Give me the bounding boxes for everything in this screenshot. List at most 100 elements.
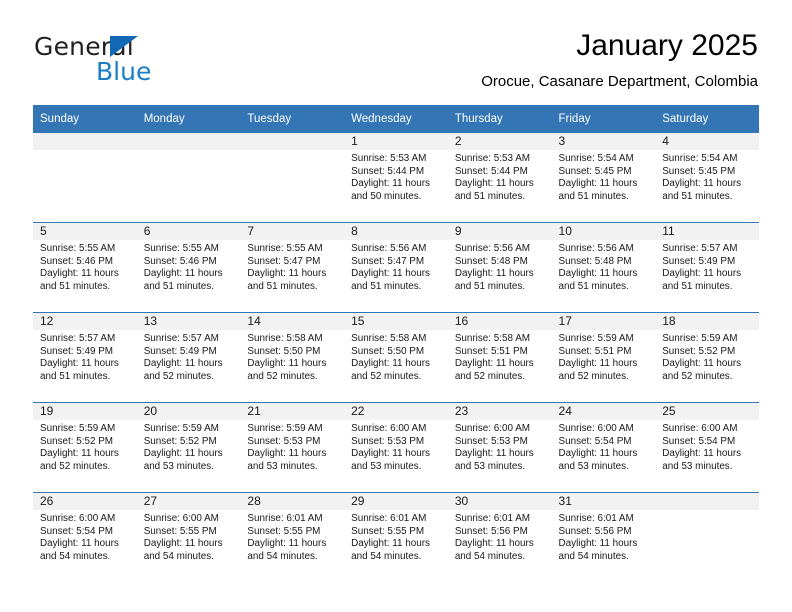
day-number: 23	[447, 403, 552, 420]
title-block: January 2025 Orocue, Casanare Department…	[481, 28, 758, 91]
day-number: 27	[136, 493, 241, 510]
sunrise-text: Sunrise: 5:55 AM	[247, 243, 323, 254]
day-cell[interactable]: 12 Sunrise: 5:57 AM Sunset: 5:49 PM Dayligh…	[33, 313, 137, 402]
day-cell[interactable]: 24 Sunrise: 6:00 AM Sunset: 5:54 PM Dayligh…	[551, 403, 656, 492]
sunrise-text: Sunrise: 5:57 AM	[143, 333, 219, 344]
day-details: Sunrise: 6:00 AM Sunset: 5:54 PM Daylight:…	[33, 510, 137, 563]
sunrise-text: Sunrise: 6:00 AM	[558, 423, 634, 434]
day-number: 31	[551, 493, 656, 510]
day-details: Sunrise: 5:59 AM Sunset: 5:52 PM Daylight:…	[33, 420, 137, 473]
sunset-text: Sunset: 5:53 PM	[247, 435, 321, 447]
day-number: 20	[136, 403, 241, 420]
day-details: Sunrise: 5:57 AM Sunset: 5:49 PM Daylight:…	[655, 240, 759, 293]
sunset-text: Sunset: 5:56 PM	[454, 525, 528, 537]
sunset-text: Sunset: 5:46 PM	[143, 255, 217, 267]
day-cell[interactable]: 5 Sunrise: 5:55 AM Sunset: 5:46 PM Daylight…	[33, 223, 137, 312]
day-cell[interactable]: 3 Sunrise: 5:54 AM Sunset: 5:45 PM Daylight…	[551, 133, 656, 222]
day-details: Sunrise: 6:01 AM Sunset: 5:56 PM Daylight:…	[552, 510, 656, 563]
sunrise-text: Sunrise: 5:54 AM	[558, 153, 634, 164]
day-cell[interactable]: 20 Sunrise: 5:59 AM Sunset: 5:52 PM Dayligh…	[136, 403, 241, 492]
day-details: Sunrise: 5:58 AM Sunset: 5:50 PM Daylight:…	[240, 330, 344, 383]
day-details: Sunrise: 5:56 AM Sunset: 5:47 PM Daylight:…	[344, 240, 448, 293]
day-cell[interactable]: 26 Sunrise: 6:00 AM Sunset: 5:54 PM Dayligh…	[33, 493, 137, 582]
day-cell[interactable]: 17 Sunrise: 5:59 AM Sunset: 5:51 PM Dayligh…	[551, 313, 656, 402]
daylight-text: Daylight: 11 hours and 54 minutes.	[247, 538, 327, 562]
calendar-cell: 28 Sunrise: 6:01 AM Sunset: 5:55 PM Dayligh…	[240, 492, 345, 582]
empty-day-cell	[240, 133, 345, 222]
sunset-text: Sunset: 5:45 PM	[558, 165, 632, 177]
daylight-text: Daylight: 11 hours and 54 minutes.	[351, 538, 430, 562]
page-header: General Blue January 2025 Orocue, Casana…	[34, 28, 758, 98]
weekday-header-saturday: Saturday	[655, 105, 759, 133]
sunset-text: Sunset: 5:50 PM	[351, 345, 425, 357]
day-cell[interactable]: 27 Sunrise: 6:00 AM Sunset: 5:55 PM Dayligh…	[136, 493, 241, 582]
daylight-text: Daylight: 11 hours and 54 minutes.	[454, 538, 534, 562]
day-details: Sunrise: 5:57 AM Sunset: 5:49 PM Daylight:…	[33, 330, 137, 383]
day-cell[interactable]: 2 Sunrise: 5:53 AM Sunset: 5:44 PM Daylight…	[447, 133, 552, 222]
day-cell[interactable]: 25 Sunrise: 6:00 AM Sunset: 5:54 PM Dayligh…	[655, 403, 759, 492]
day-cell[interactable]: 31 Sunrise: 6:01 AM Sunset: 5:56 PM Dayligh…	[551, 493, 656, 582]
day-cell[interactable]: 22 Sunrise: 6:00 AM Sunset: 5:53 PM Dayligh…	[344, 403, 448, 492]
day-cell[interactable]: 14 Sunrise: 5:58 AM Sunset: 5:50 PM Dayligh…	[240, 313, 345, 402]
day-number	[33, 133, 137, 150]
day-cell[interactable]: 15 Sunrise: 5:58 AM Sunset: 5:50 PM Dayligh…	[344, 313, 448, 402]
sunrise-text: Sunrise: 6:00 AM	[662, 423, 738, 434]
day-details: Sunrise: 5:54 AM Sunset: 5:45 PM Daylight:…	[655, 150, 759, 203]
day-cell[interactable]: 18 Sunrise: 5:59 AM Sunset: 5:52 PM Dayligh…	[655, 313, 759, 402]
day-details: Sunrise: 5:53 AM Sunset: 5:44 PM Daylight:…	[448, 150, 552, 203]
calendar-header-row: Sunday Monday Tuesday Wednesday Thursday…	[33, 105, 759, 133]
calendar-cell: 31 Sunrise: 6:01 AM Sunset: 5:56 PM Dayligh…	[551, 492, 656, 582]
sunset-text: Sunset: 5:53 PM	[454, 435, 528, 447]
day-number: 12	[33, 313, 137, 330]
calendar-cell: 1 Sunrise: 5:53 AM Sunset: 5:44 PM Daylight…	[344, 133, 448, 223]
day-cell[interactable]: 11 Sunrise: 5:57 AM Sunset: 5:49 PM Dayligh…	[655, 223, 759, 312]
sunrise-text: Sunrise: 5:56 AM	[454, 243, 531, 254]
daylight-text: Daylight: 11 hours and 52 minutes.	[662, 358, 742, 382]
day-cell[interactable]: 30 Sunrise: 6:01 AM Sunset: 5:56 PM Dayligh…	[447, 493, 552, 582]
calendar-cell: 13 Sunrise: 5:57 AM Sunset: 5:49 PM Dayligh…	[136, 312, 241, 403]
day-number: 18	[655, 313, 759, 330]
sunset-text: Sunset: 5:53 PM	[351, 435, 425, 447]
day-number: 28	[240, 493, 345, 510]
daylight-text: Daylight: 11 hours and 54 minutes.	[143, 538, 223, 562]
calendar-cell: 27 Sunrise: 6:00 AM Sunset: 5:55 PM Dayligh…	[136, 492, 241, 582]
day-number: 25	[655, 403, 759, 420]
day-cell[interactable]: 1 Sunrise: 5:53 AM Sunset: 5:44 PM Daylight…	[344, 133, 448, 222]
day-details: Sunrise: 5:55 AM Sunset: 5:46 PM Daylight:…	[33, 240, 137, 293]
sunset-text: Sunset: 5:51 PM	[558, 345, 632, 357]
sunrise-text: Sunrise: 5:55 AM	[40, 243, 116, 254]
daylight-text: Daylight: 11 hours and 54 minutes.	[558, 538, 638, 562]
calendar-week-row: 1 Sunrise: 5:53 AM Sunset: 5:44 PM Daylight…	[33, 133, 759, 223]
day-cell[interactable]: 6 Sunrise: 5:55 AM Sunset: 5:46 PM Daylight…	[136, 223, 241, 312]
day-details: Sunrise: 6:00 AM Sunset: 5:55 PM Daylight:…	[137, 510, 241, 563]
daylight-text: Daylight: 11 hours and 53 minutes.	[558, 448, 638, 472]
day-cell[interactable]: 4 Sunrise: 5:54 AM Sunset: 5:45 PM Daylight…	[655, 133, 759, 222]
sunrise-text: Sunrise: 6:01 AM	[247, 513, 323, 524]
day-cell[interactable]: 8 Sunrise: 5:56 AM Sunset: 5:47 PM Daylight…	[344, 223, 448, 312]
sunset-text: Sunset: 5:55 PM	[247, 525, 321, 537]
day-cell[interactable]: 23 Sunrise: 6:00 AM Sunset: 5:53 PM Dayligh…	[447, 403, 552, 492]
day-details: Sunrise: 5:54 AM Sunset: 5:45 PM Daylight:…	[552, 150, 656, 203]
day-cell[interactable]: 10 Sunrise: 5:56 AM Sunset: 5:48 PM Dayligh…	[551, 223, 656, 312]
day-cell[interactable]: 21 Sunrise: 5:59 AM Sunset: 5:53 PM Dayligh…	[240, 403, 345, 492]
sunrise-text: Sunrise: 5:59 AM	[662, 333, 738, 344]
daylight-text: Daylight: 11 hours and 52 minutes.	[40, 448, 119, 472]
day-cell[interactable]: 16 Sunrise: 5:58 AM Sunset: 5:51 PM Dayligh…	[447, 313, 552, 402]
general-blue-logo[interactable]: General Blue	[34, 32, 264, 88]
sunset-text: Sunset: 5:49 PM	[143, 345, 217, 357]
day-cell[interactable]: 19 Sunrise: 5:59 AM Sunset: 5:52 PM Dayligh…	[33, 403, 137, 492]
day-cell[interactable]: 28 Sunrise: 6:01 AM Sunset: 5:55 PM Dayligh…	[240, 493, 345, 582]
day-cell[interactable]: 13 Sunrise: 5:57 AM Sunset: 5:49 PM Dayligh…	[136, 313, 241, 402]
calendar-week-row: 26 Sunrise: 6:00 AM Sunset: 5:54 PM Dayligh…	[33, 492, 759, 582]
calendar-cell: 18 Sunrise: 5:59 AM Sunset: 5:52 PM Dayligh…	[655, 312, 759, 403]
day-number: 5	[33, 223, 137, 240]
logo-triangle-icon	[110, 36, 138, 57]
calendar-week-row: 19 Sunrise: 5:59 AM Sunset: 5:52 PM Dayligh…	[33, 402, 759, 493]
day-cell[interactable]: 9 Sunrise: 5:56 AM Sunset: 5:48 PM Daylight…	[447, 223, 552, 312]
day-number: 3	[551, 133, 656, 150]
day-number: 15	[344, 313, 448, 330]
day-details: Sunrise: 5:58 AM Sunset: 5:51 PM Daylight:…	[448, 330, 552, 383]
day-cell[interactable]: 29 Sunrise: 6:01 AM Sunset: 5:55 PM Dayligh…	[344, 493, 448, 582]
sunset-text: Sunset: 5:49 PM	[662, 255, 736, 267]
day-cell[interactable]: 7 Sunrise: 5:55 AM Sunset: 5:47 PM Daylight…	[240, 223, 345, 312]
